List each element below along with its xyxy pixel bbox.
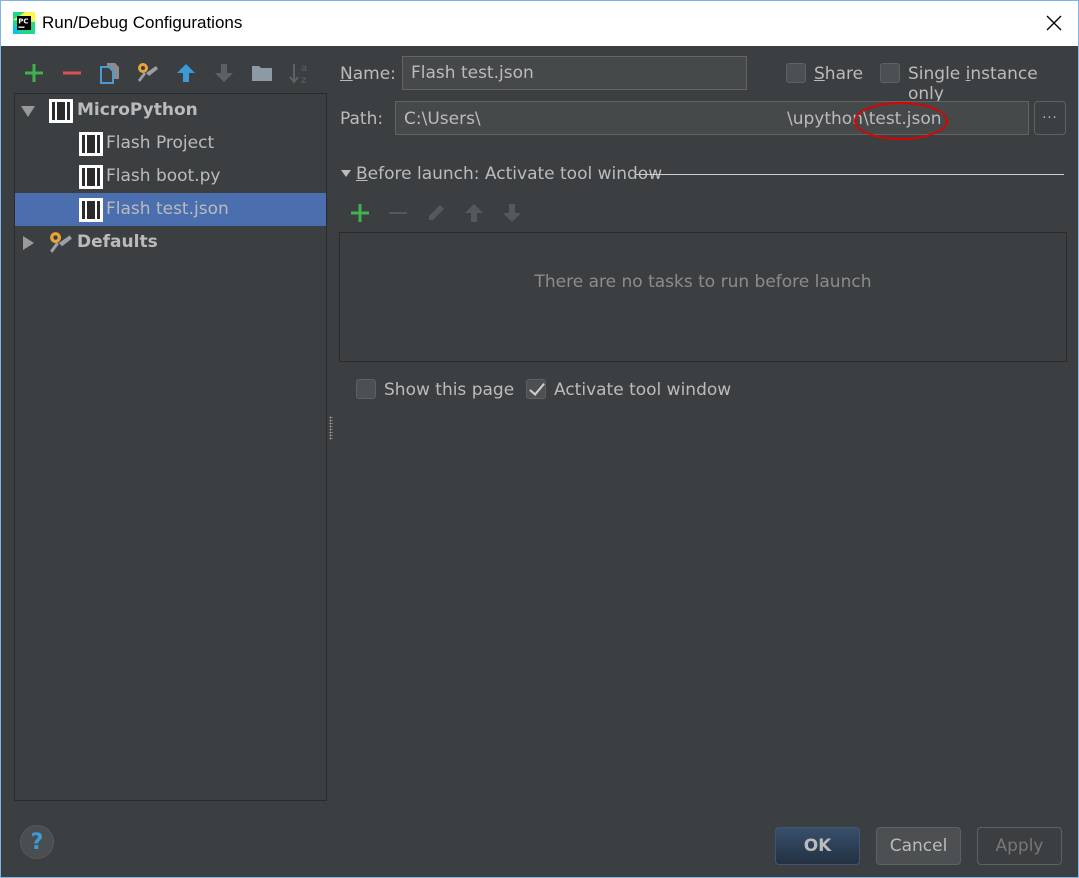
svg-text:a: a xyxy=(301,63,307,74)
tree-group-label: MicroPython xyxy=(77,100,198,120)
sort-alpha-icon: a z xyxy=(289,63,307,85)
pycharm-logo-icon: PC xyxy=(13,12,35,34)
wrench-icon xyxy=(138,63,158,82)
svg-text:PC: PC xyxy=(18,18,28,26)
single-instance-checkbox[interactable] xyxy=(880,63,900,83)
configurations-toolbar: a z xyxy=(15,57,319,89)
micropython-icon xyxy=(49,99,73,123)
share-label: Share xyxy=(814,64,863,84)
micropython-icon xyxy=(79,132,103,156)
configurations-tree[interactable]: MicroPython Flash Project Flash boot.py … xyxy=(14,93,327,801)
add-task-button[interactable] xyxy=(341,198,379,228)
apply-button[interactable]: Apply xyxy=(977,827,1062,865)
tree-item-label: Flash test.json xyxy=(106,199,229,219)
edit-defaults-button[interactable] xyxy=(129,57,167,89)
name-label: Name: xyxy=(340,64,396,84)
before-launch-task-list[interactable]: There are no tasks to run before launch xyxy=(339,232,1067,362)
tree-group-defaults[interactable]: Defaults xyxy=(15,226,326,259)
name-label-mnemonic: N xyxy=(340,64,353,84)
micropython-icon xyxy=(79,165,103,189)
help-button[interactable]: ? xyxy=(20,825,54,859)
plus-icon xyxy=(351,204,369,222)
activate-tool-window-checkbox[interactable] xyxy=(526,379,546,399)
plus-icon xyxy=(25,64,43,82)
tree-group-label: Defaults xyxy=(77,232,158,252)
name-label-text: ame: xyxy=(352,64,396,84)
name-input[interactable] xyxy=(402,56,747,90)
show-this-page-checkbox[interactable] xyxy=(356,379,376,399)
before-launch-toolbar xyxy=(341,198,531,228)
collapsed-arrow-icon[interactable] xyxy=(21,236,35,250)
splitter-handle[interactable] xyxy=(329,416,333,440)
before-launch-mnemonic: B xyxy=(356,164,368,184)
ok-button[interactable]: OK xyxy=(775,827,860,865)
title-bar: PC Run/Debug Configurations xyxy=(1,1,1078,46)
move-task-down-button[interactable] xyxy=(493,198,531,228)
pencil-icon xyxy=(429,205,444,220)
create-folder-button[interactable] xyxy=(243,57,281,89)
close-icon[interactable] xyxy=(1044,13,1064,33)
browse-path-button[interactable]: ··· xyxy=(1034,101,1066,135)
expanded-arrow-icon[interactable] xyxy=(21,104,35,118)
run-debug-configurations-dialog: PC Run/Debug Configurations a z MicroPyt… xyxy=(0,0,1079,878)
arrow-down-icon xyxy=(503,204,521,222)
folder-icon xyxy=(252,66,272,81)
move-task-up-button[interactable] xyxy=(455,198,493,228)
cancel-button[interactable]: Cancel xyxy=(876,827,961,865)
path-value-start: C:\Users\ xyxy=(404,109,481,129)
add-configuration-button[interactable] xyxy=(15,57,53,89)
move-down-button[interactable] xyxy=(205,57,243,89)
remove-configuration-button[interactable] xyxy=(53,57,91,89)
minus-icon xyxy=(63,71,81,75)
arrow-up-icon xyxy=(177,64,195,82)
tree-item-label: Flash boot.py xyxy=(106,166,221,186)
arrow-up-icon xyxy=(465,204,483,222)
share-checkbox[interactable] xyxy=(786,63,806,83)
expanded-arrow-icon[interactable] xyxy=(341,169,351,179)
micropython-icon xyxy=(79,198,103,222)
tree-item-flash-boot[interactable]: Flash boot.py xyxy=(15,160,326,193)
activate-tool-window-label: Activate tool window xyxy=(554,380,732,400)
copy-icon xyxy=(100,63,119,84)
before-launch-title-text: efore launch: Activate tool window xyxy=(367,164,663,184)
copy-configuration-button[interactable] xyxy=(91,57,129,89)
tree-item-flash-test-json[interactable]: Flash test.json xyxy=(15,193,326,226)
wrench-icon xyxy=(50,232,72,253)
path-input[interactable]: C:\Users\ \upython\test.json xyxy=(395,101,1029,135)
svg-text:z: z xyxy=(301,75,306,85)
share-label-mnemonic: S xyxy=(814,64,825,84)
show-this-page-label: Show this page xyxy=(384,380,515,400)
single-instance-label-pre: Single xyxy=(908,64,966,84)
window-title: Run/Debug Configurations xyxy=(42,13,243,32)
tree-group-micropython[interactable]: MicroPython xyxy=(15,94,326,127)
move-up-button[interactable] xyxy=(167,57,205,89)
remove-task-button[interactable] xyxy=(379,198,417,228)
path-value-end: \upython\test.json xyxy=(787,109,942,129)
section-divider xyxy=(636,174,1064,175)
path-label: Path: xyxy=(340,109,384,129)
sort-button[interactable]: a z xyxy=(281,57,319,89)
before-launch-title: Before launch: Activate tool window xyxy=(356,164,662,184)
minus-icon xyxy=(389,212,407,214)
tree-item-label: Flash Project xyxy=(106,133,215,153)
share-label-text: hare xyxy=(824,64,864,84)
before-launch-header[interactable]: Before launch: Activate tool window xyxy=(341,164,662,184)
arrow-down-icon xyxy=(215,64,233,82)
single-instance-label: Single instance only xyxy=(908,64,1078,104)
empty-tasks-message: There are no tasks to run before launch xyxy=(534,272,872,292)
tree-item-flash-project[interactable]: Flash Project xyxy=(15,127,326,160)
help-icon: ? xyxy=(30,829,44,855)
edit-task-button[interactable] xyxy=(417,198,455,228)
